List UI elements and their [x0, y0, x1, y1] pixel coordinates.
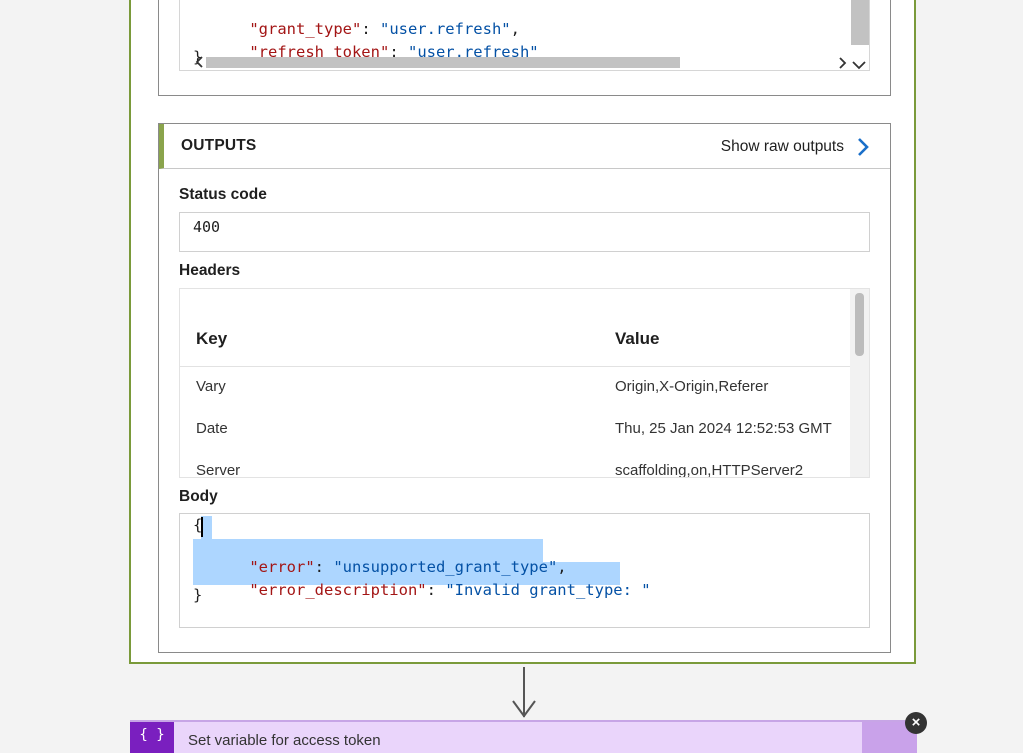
inputs-horizontal-scrollbar[interactable] — [206, 57, 680, 68]
header-value: scaffolding,on,HTTPServer2 — [615, 462, 804, 478]
scroll-left-icon[interactable] — [195, 56, 205, 71]
json-separator: : — [426, 581, 446, 599]
header-key: Date — [196, 420, 228, 437]
status-code-value: 400 — [193, 218, 221, 236]
body-code-line: "error_description": "Invalid grant_type… — [212, 563, 651, 617]
json-value: "Invalid grant_type: " — [445, 581, 651, 599]
outputs-header: OUTPUTS Show raw outputs — [159, 124, 890, 169]
arrow-down-icon — [512, 700, 536, 718]
header-key: Server — [196, 462, 241, 478]
next-action-title: Set variable for access token — [188, 732, 381, 749]
set-variable-action-card[interactable]: { } Set variable for access token — [130, 720, 917, 753]
body-close-brace: } — [193, 586, 203, 604]
show-raw-outputs-label: Show raw outputs — [720, 138, 844, 155]
headers-label: Headers — [179, 262, 241, 279]
inputs-code-line: "refresh_token": "user.refresh" — [212, 25, 538, 79]
close-icon[interactable]: × — [905, 712, 927, 734]
inputs-vertical-scrollbar[interactable] — [851, 0, 869, 45]
header-value: Thu, 25 Jan 2024 12:52:53 GMT — [615, 420, 832, 437]
chevron-right-icon — [858, 138, 869, 156]
status-code-field[interactable]: 400 — [179, 212, 870, 252]
headers-scrollbar[interactable] — [850, 289, 869, 477]
headers-key-column: Key — [196, 329, 228, 348]
headers-divider — [180, 366, 850, 367]
body-label: Body — [179, 488, 218, 505]
scroll-right-icon[interactable] — [837, 57, 847, 72]
workflow-canvas: "grant_type": "user.refresh", "refresh_t… — [0, 0, 1023, 753]
status-code-label: Status code — [179, 186, 267, 203]
outputs-title: OUTPUTS — [181, 137, 257, 154]
header-value: Origin,X-Origin,Referer — [615, 378, 769, 395]
headers-table[interactable]: Key Value Vary Origin,X-Origin,Referer D… — [179, 288, 870, 478]
header-key: Vary — [196, 378, 226, 395]
headers-value-column: Value — [615, 329, 660, 348]
headers-scrollbar-thumb[interactable] — [855, 293, 864, 356]
json-key: "error_description" — [249, 581, 427, 599]
show-raw-outputs-button[interactable]: Show raw outputs — [721, 134, 870, 160]
variable-icon: { } — [130, 722, 174, 753]
body-open-brace: { — [193, 516, 203, 534]
scroll-down-icon[interactable] — [852, 58, 866, 73]
